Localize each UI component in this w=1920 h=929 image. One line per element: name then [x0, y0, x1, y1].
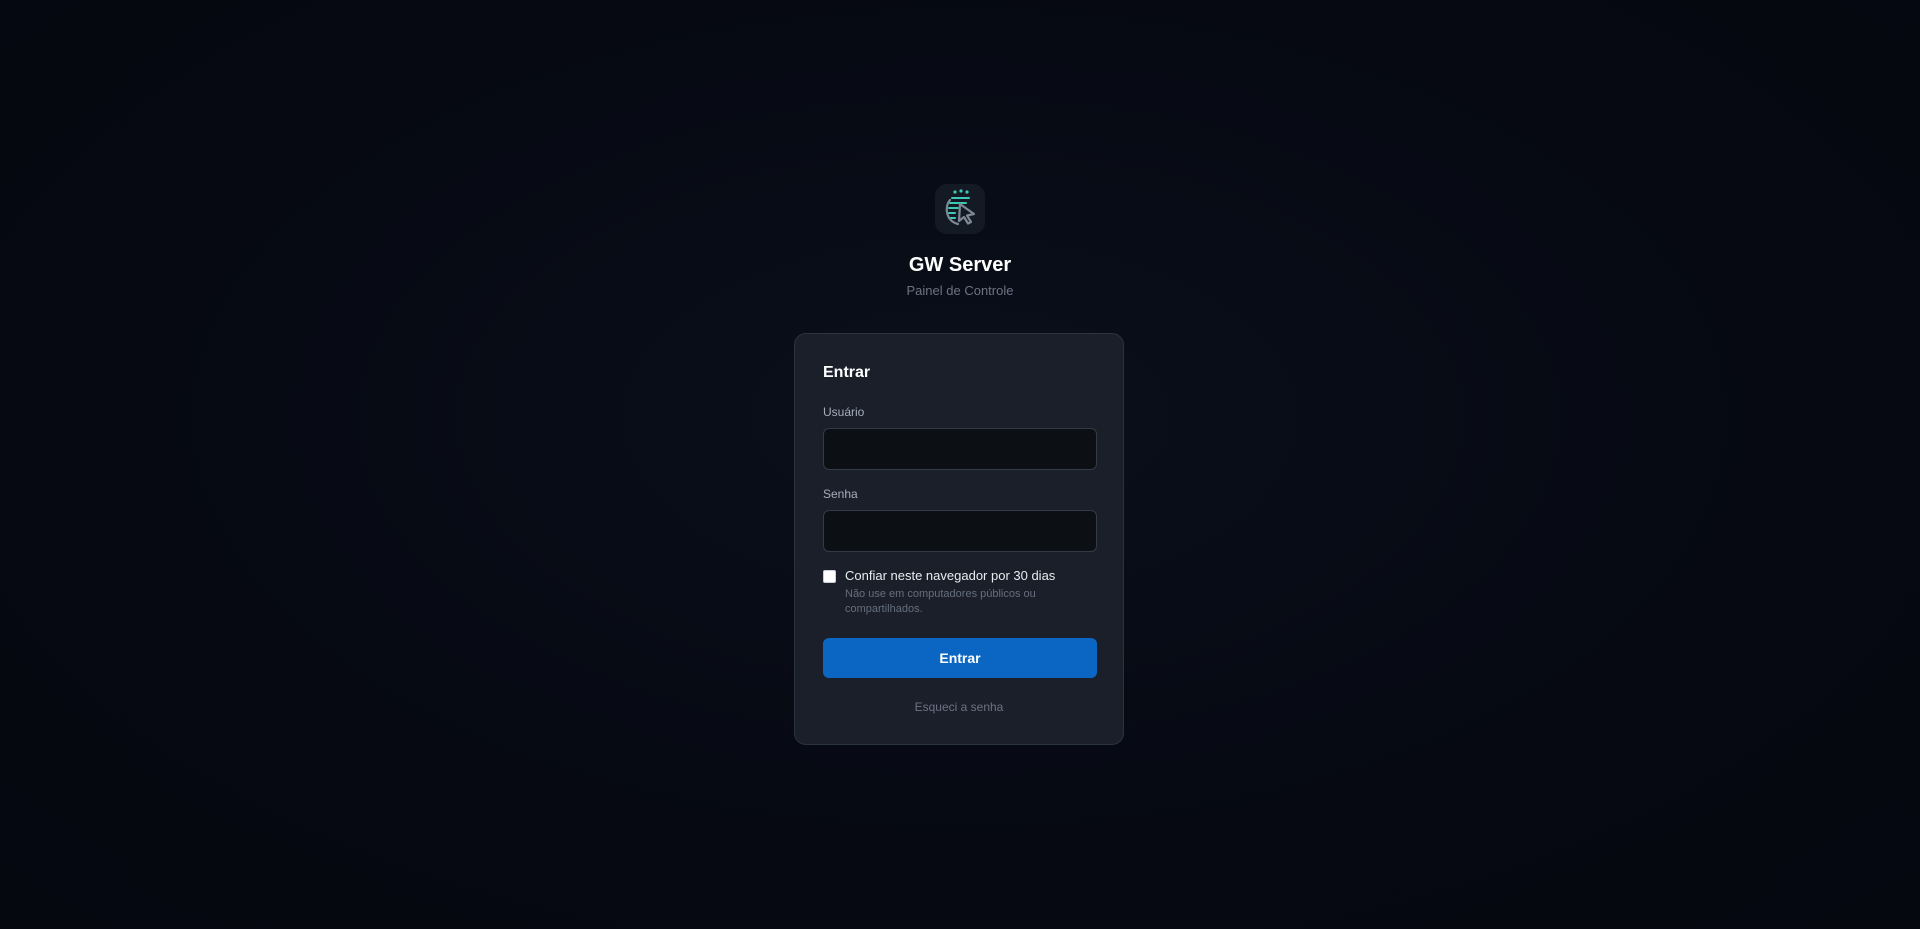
app-subtitle: Painel de Controle	[906, 283, 1014, 298]
login-submit-button[interactable]: Entrar	[823, 638, 1097, 678]
trust-browser-checkbox[interactable]	[823, 570, 836, 583]
username-label: Usuário	[823, 405, 865, 419]
trust-browser-label[interactable]: Confiar neste navegador por 30 dias	[845, 568, 1055, 583]
username-input[interactable]	[823, 428, 1097, 470]
app-logo	[935, 184, 985, 234]
password-input[interactable]	[823, 510, 1097, 552]
login-heading: Entrar	[823, 364, 871, 381]
brand-header: GW Server Painel de Controle	[0, 184, 1920, 299]
app-title: GW Server	[908, 254, 1012, 276]
login-page: GW Server Painel de Controle Entrar Usuá…	[0, 0, 1920, 929]
password-label: Senha	[823, 487, 858, 501]
cursor-click-icon	[945, 189, 976, 226]
forgot-password-link[interactable]: Esqueci a senha	[795, 700, 1123, 714]
login-card: Entrar Usuário Senha Confiar neste naveg…	[794, 333, 1124, 745]
trust-browser-hint: Não use em computadores públicos ou comp…	[845, 588, 1036, 615]
